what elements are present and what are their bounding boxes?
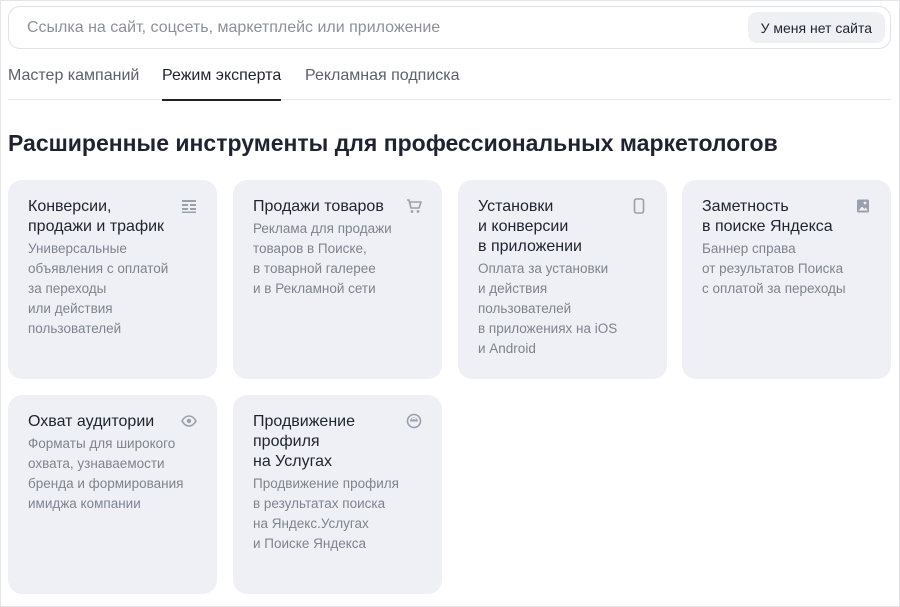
site-url-bar: У меня нет сайта: [8, 6, 891, 49]
services-icon: [406, 413, 422, 429]
tab-ad-subscription[interactable]: Рекламная подписка: [305, 67, 460, 100]
card-title: Конверсии, продажи и трафик: [28, 198, 165, 235]
card-yandex-search-visibility[interactable]: Заметность в поиске Яндекса Баннер справ…: [682, 180, 891, 379]
tab-campaign-wizard[interactable]: Мастер кампаний: [8, 67, 139, 100]
card-title: Установки и конверсии в приложении: [478, 198, 582, 255]
card-description: Баннер справа от результатов Поиска с оп…: [702, 241, 846, 296]
cart-icon: [407, 199, 422, 213]
card-services-profile[interactable]: Продвижение профиля на Услугах Продвижен…: [233, 395, 442, 594]
card-title: Охват аудитории: [28, 413, 155, 430]
card-title: Продвижение профиля на Услугах: [253, 413, 355, 470]
page-title: Расширенные инструменты для профессионал…: [8, 130, 778, 156]
tab-expert-mode[interactable]: Режим эксперта: [162, 67, 282, 101]
card-title: Продажи товаров: [253, 198, 384, 215]
eye-icon: [181, 415, 197, 427]
card-audience-reach[interactable]: Охват аудитории Форматы для широкого охв…: [8, 395, 217, 594]
card-description: Реклама для продажи товаров в Поиске, в …: [253, 221, 392, 296]
card-title: Заметность в поиске Яндекса: [702, 198, 833, 235]
phone-icon: [633, 198, 645, 214]
mode-tabs: Мастер кампаний Режим эксперта Рекламная…: [8, 67, 891, 101]
card-app-installs[interactable]: Установки и конверсии в приложении Оплат…: [458, 180, 667, 379]
card-description: Универсальные объявления с оплатой за пе…: [28, 241, 169, 336]
image-icon: [857, 199, 869, 213]
card-description: Оплата за установки и действия пользоват…: [478, 261, 618, 356]
card-description: Продвижение профиля в результатах поиска…: [253, 476, 399, 551]
site-url-input[interactable]: [27, 7, 727, 48]
card-conversions[interactable]: Конверсии, продажи и трафик Универсальны…: [8, 180, 217, 379]
card-product-sales[interactable]: Продажи товаров Реклама для продажи това…: [233, 180, 442, 379]
no-site-button[interactable]: У меня нет сайта: [747, 12, 885, 43]
list-icon: [182, 200, 196, 213]
card-description: Форматы для широкого охвата, узнаваемост…: [28, 436, 184, 511]
